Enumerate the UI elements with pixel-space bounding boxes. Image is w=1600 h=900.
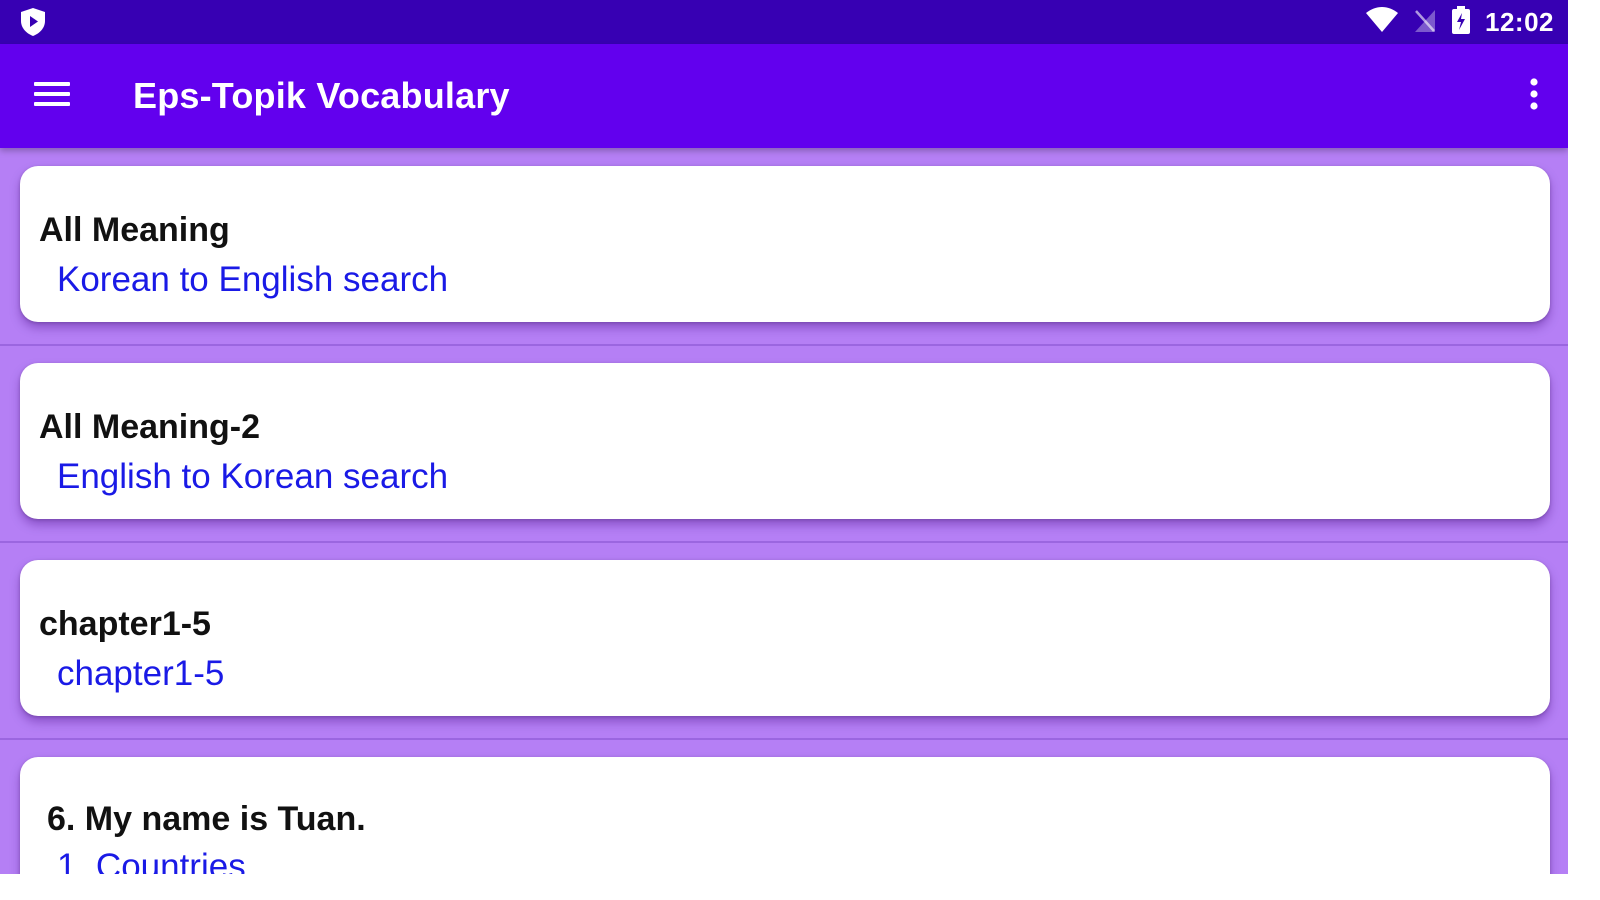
list-item-subtitle: chapter1-5 <box>57 654 225 693</box>
list-item-title: All Meaning-2 <box>39 408 261 446</box>
battery-icon <box>1451 5 1471 40</box>
status-icons: 12:02 <box>1365 0 1554 44</box>
list-item-card[interactable]: 6. My name is Tuan. 1. Countries <box>20 757 1550 874</box>
list-item-title: All Meaning <box>39 211 230 249</box>
menu-button[interactable] <box>26 76 78 116</box>
list-item-card[interactable]: All Meaning Korean to English search <box>20 166 1550 322</box>
overflow-menu-button[interactable] <box>1522 74 1546 118</box>
list-item-card[interactable]: chapter1-5 chapter1-5 <box>20 560 1550 716</box>
app-toolbar: Eps-Topik Vocabulary <box>0 44 1568 148</box>
shield-play-icon <box>18 6 48 38</box>
list-item: All Meaning Korean to English search <box>0 148 1568 346</box>
list-item-card[interactable]: All Meaning-2 English to Korean search <box>20 363 1550 519</box>
wifi-icon <box>1365 6 1399 38</box>
list-item: chapter1-5 chapter1-5 <box>0 542 1568 740</box>
list-item: All Meaning-2 English to Korean search <box>0 345 1568 543</box>
list-item-title: 6. My name is Tuan. <box>47 800 366 838</box>
more-vert-icon <box>1529 77 1539 116</box>
list-item-subtitle: 1. Countries <box>57 847 246 874</box>
no-signal-icon <box>1413 7 1437 38</box>
app-title: Eps-Topik Vocabulary <box>133 75 510 116</box>
vocabulary-list[interactable]: All Meaning Korean to English search All… <box>0 148 1568 874</box>
status-bar: 12:02 <box>0 0 1568 44</box>
hamburger-menu-icon <box>32 79 72 114</box>
list-item-title: chapter1-5 <box>39 605 211 643</box>
status-time: 12:02 <box>1485 6 1554 37</box>
list-item-subtitle: Korean to English search <box>57 260 449 299</box>
app-screen: 12:02 Eps-Topik Vocabulary All Meaning K… <box>0 0 1568 874</box>
list-item-subtitle: English to Korean search <box>57 457 449 496</box>
list-item: 6. My name is Tuan. 1. Countries <box>0 739 1568 874</box>
